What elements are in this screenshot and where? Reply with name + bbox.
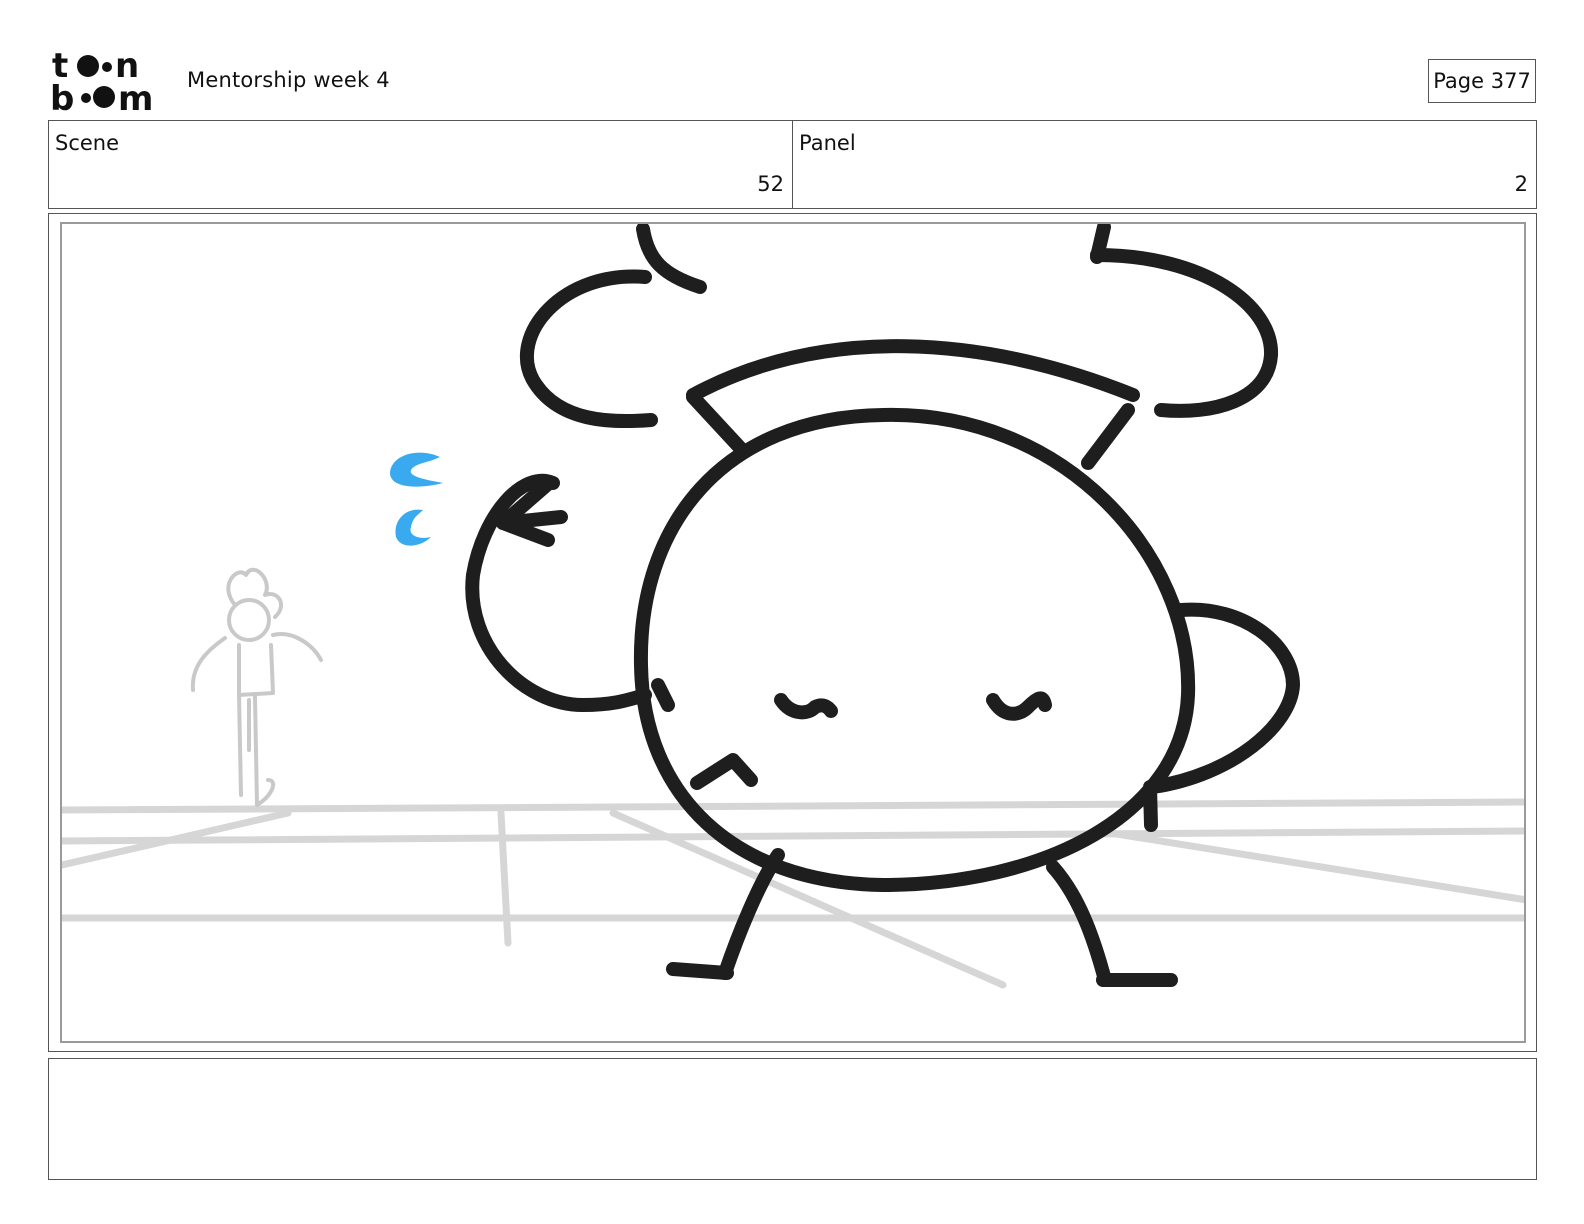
scene-value: 52 bbox=[757, 172, 784, 196]
storyboard-panel-image bbox=[60, 222, 1526, 1043]
panel-cell: Panel 2 bbox=[792, 121, 1536, 208]
main-character bbox=[465, 224, 1300, 987]
page-indicator: Page 377 bbox=[1428, 59, 1536, 103]
storyboard-drawing bbox=[62, 224, 1524, 989]
page-number: 377 bbox=[1490, 69, 1531, 93]
scene-panel-info-row: Scene 52 Panel 2 bbox=[48, 120, 1537, 209]
background-character-sketch bbox=[190, 567, 323, 807]
panel-notes-box bbox=[48, 1058, 1537, 1180]
floor-lines bbox=[62, 798, 1524, 989]
svg-text:b: b bbox=[50, 79, 74, 114]
panel-label: Panel bbox=[799, 131, 856, 155]
storyboard-panel-frame bbox=[48, 213, 1537, 1052]
document-title: Mentorship week 4 bbox=[187, 68, 390, 92]
svg-text:m: m bbox=[118, 79, 153, 114]
panel-value: 2 bbox=[1514, 172, 1528, 196]
toon-boom-logo-icon: t n b m bbox=[50, 46, 153, 119]
sweat-drops bbox=[390, 452, 443, 546]
scene-cell: Scene 52 bbox=[49, 121, 792, 208]
toon-boom-logo: t n b m bbox=[50, 46, 166, 119]
page-label: Page bbox=[1433, 69, 1485, 93]
scene-label: Scene bbox=[55, 131, 120, 155]
